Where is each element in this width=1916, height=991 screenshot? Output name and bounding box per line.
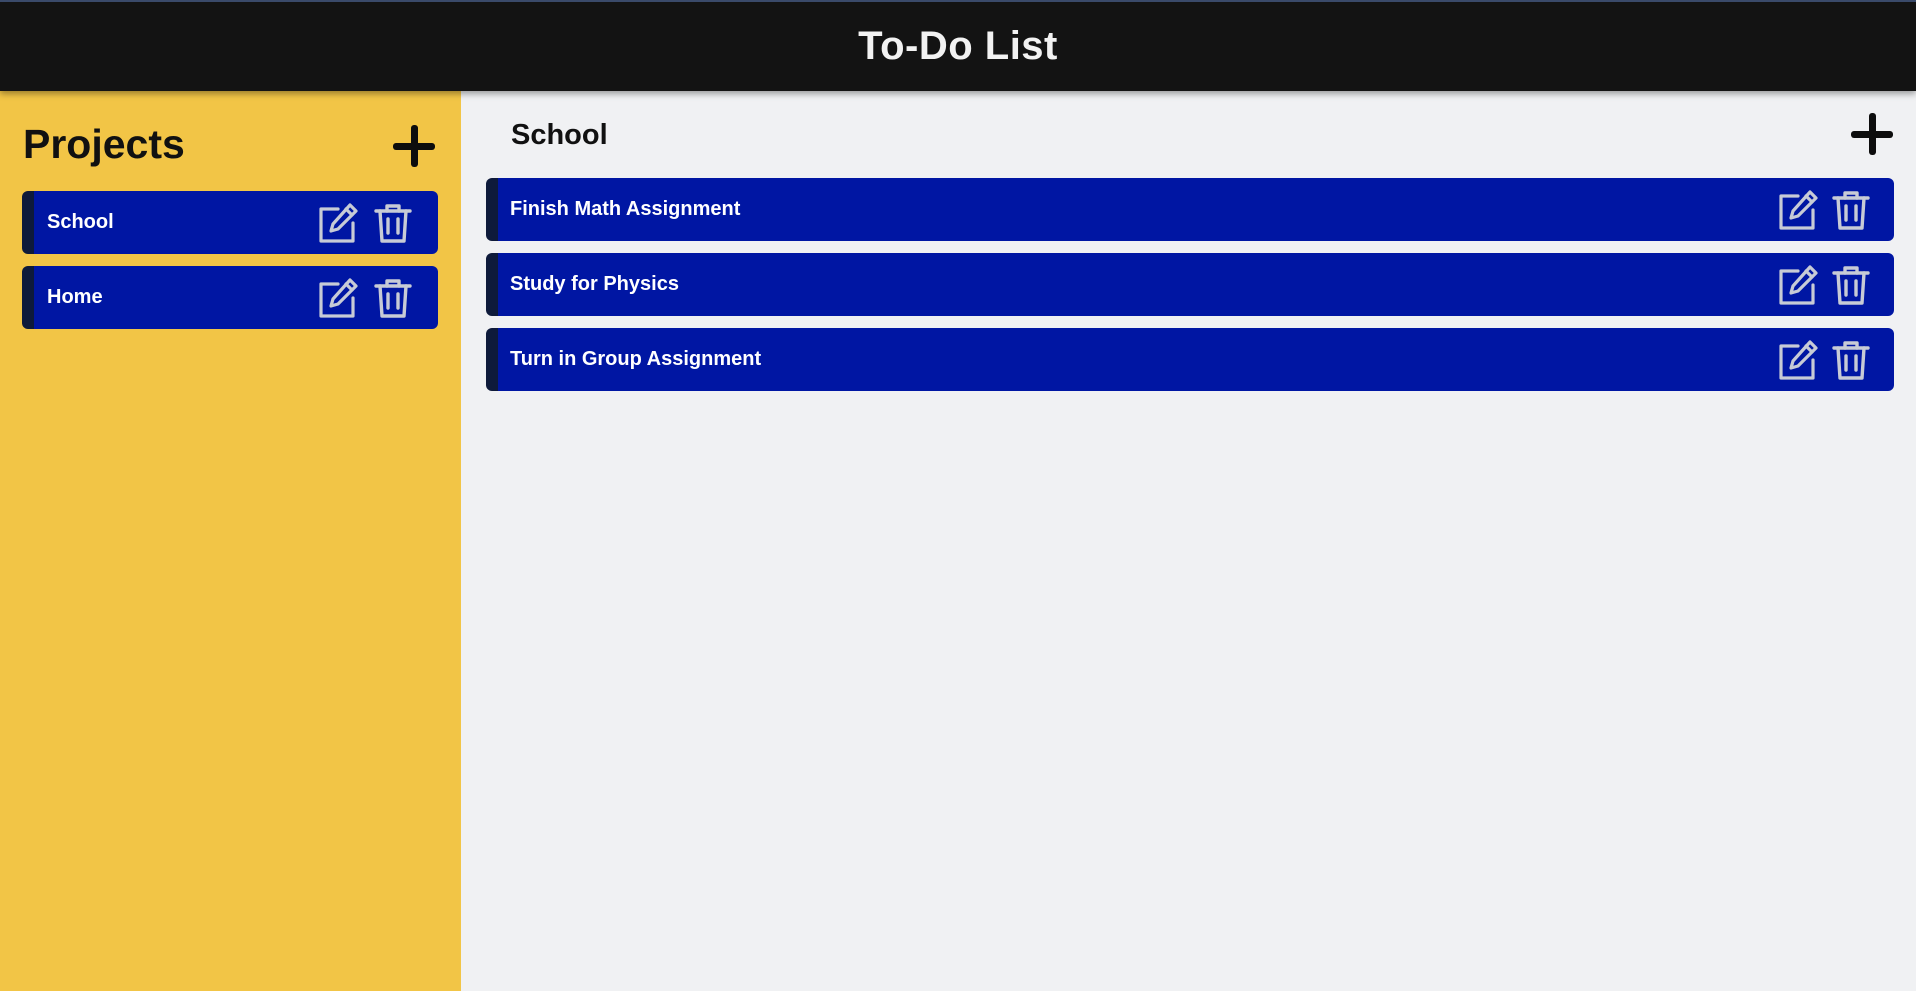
- project-actions: [316, 201, 438, 245]
- task-panel: School Finish Math Assignment Study for …: [461, 91, 1916, 991]
- task-label: Study for Physics: [510, 273, 679, 295]
- task-list: Finish Math Assignment Study for Physics…: [486, 178, 1894, 403]
- task-item[interactable]: Turn in Group Assignment: [486, 328, 1894, 391]
- project-list: School Home: [22, 191, 438, 341]
- current-project-title: School: [511, 119, 608, 151]
- projects-sidebar: Projects School Home: [0, 91, 461, 991]
- task-item[interactable]: Finish Math Assignment: [486, 178, 1894, 241]
- edit-icon[interactable]: [316, 201, 358, 245]
- task-actions: [1776, 263, 1894, 307]
- edit-icon[interactable]: [1776, 188, 1818, 232]
- task-item[interactable]: Study for Physics: [486, 253, 1894, 316]
- project-item-home[interactable]: Home: [22, 266, 438, 329]
- sidebar-header: Projects: [23, 119, 437, 169]
- add-task-button[interactable]: [1849, 111, 1895, 157]
- trash-icon[interactable]: [372, 201, 414, 245]
- add-project-button[interactable]: [391, 123, 437, 169]
- edit-icon[interactable]: [1776, 263, 1818, 307]
- edit-icon[interactable]: [1776, 338, 1818, 382]
- task-label: Finish Math Assignment: [510, 198, 741, 220]
- project-actions: [316, 276, 438, 320]
- task-actions: [1776, 338, 1894, 382]
- project-item-school[interactable]: School: [22, 191, 438, 254]
- app-title: To-Do List: [858, 24, 1058, 68]
- trash-icon[interactable]: [1830, 263, 1872, 307]
- trash-icon[interactable]: [1830, 188, 1872, 232]
- project-label: Home: [47, 286, 103, 308]
- trash-icon[interactable]: [372, 276, 414, 320]
- project-label: School: [47, 211, 114, 233]
- task-label: Turn in Group Assignment: [510, 348, 762, 370]
- trash-icon[interactable]: [1830, 338, 1872, 382]
- task-actions: [1776, 188, 1894, 232]
- app-header: To-Do List: [0, 0, 1916, 91]
- projects-title: Projects: [23, 121, 185, 167]
- edit-icon[interactable]: [316, 276, 358, 320]
